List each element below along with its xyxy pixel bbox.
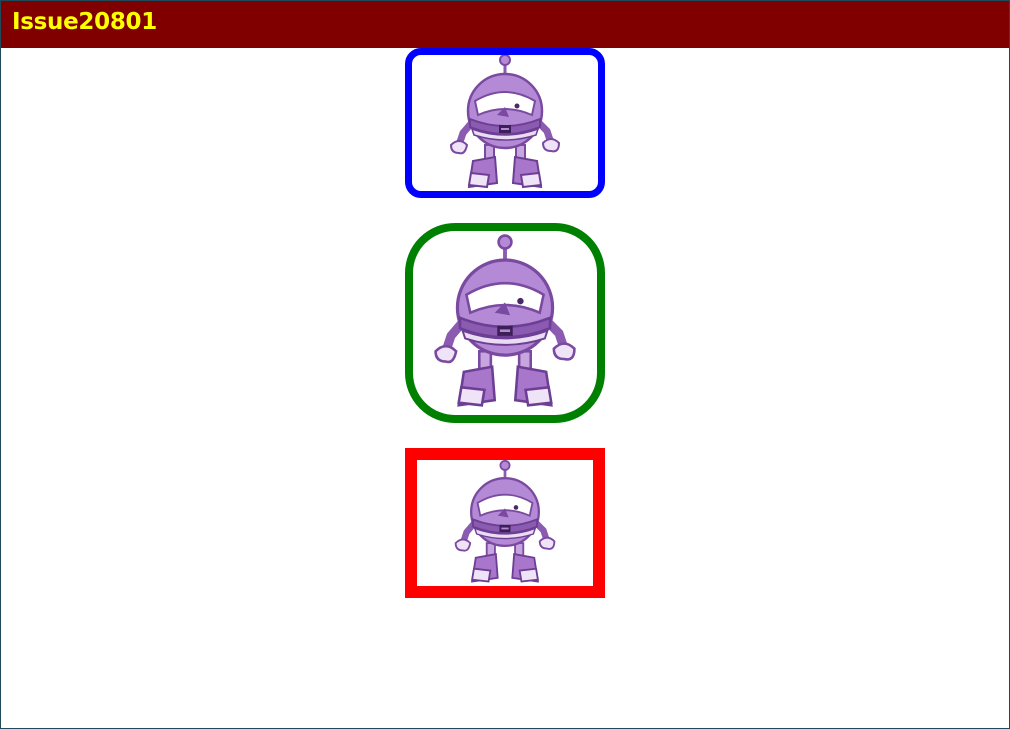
blue-rounded-frame [405, 48, 605, 198]
title-bar: Issue20801 [1, 1, 1009, 48]
red-square-frame [405, 448, 605, 598]
dotnet-bot-image [445, 53, 565, 193]
dotnet-bot-image [450, 459, 560, 587]
window-title: Issue20801 [12, 9, 157, 35]
green-rounded-frame [405, 223, 605, 423]
dotnet-bot-image [425, 233, 585, 413]
